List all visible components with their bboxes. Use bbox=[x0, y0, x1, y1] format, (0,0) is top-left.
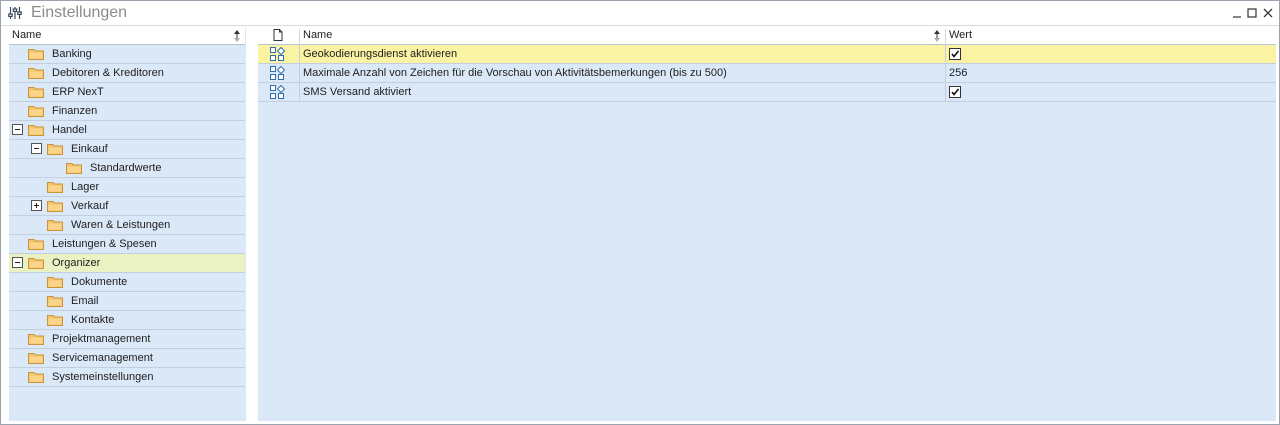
folder-icon bbox=[28, 257, 44, 269]
folder-icon bbox=[28, 86, 44, 98]
column-header-name[interactable]: Name bbox=[303, 29, 332, 41]
category-tree[interactable]: Name Banking Debitoren & Kreditoren ERP Ne… bbox=[9, 27, 246, 421]
folder-icon bbox=[28, 371, 44, 383]
folder-icon bbox=[47, 314, 63, 326]
table-row[interactable]: SMS Versand aktiviert bbox=[258, 83, 1276, 102]
folder-icon bbox=[28, 67, 44, 79]
minimize-icon bbox=[1233, 16, 1241, 18]
tree-item[interactable]: Banking bbox=[9, 45, 245, 64]
setting-value[interactable]: 256 bbox=[949, 67, 967, 79]
folder-icon bbox=[47, 295, 63, 307]
collapse-icon[interactable] bbox=[12, 124, 23, 135]
tree-item-label: Finanzen bbox=[52, 105, 98, 117]
tree-item-label: ERP NexT bbox=[52, 86, 104, 98]
tree-item[interactable]: Standardwerte bbox=[9, 159, 245, 178]
tree-item[interactable]: Servicemanagement bbox=[9, 349, 245, 368]
tree-item[interactable]: Finanzen bbox=[9, 102, 245, 121]
maximize-button[interactable] bbox=[1244, 5, 1260, 21]
tree-item[interactable]: Dokumente bbox=[9, 273, 245, 292]
folder-icon bbox=[28, 105, 44, 117]
folder-icon bbox=[47, 181, 63, 193]
tree-item[interactable]: ERP NexT bbox=[9, 83, 245, 102]
tree-item-label: Debitoren & Kreditoren bbox=[52, 67, 164, 79]
folder-icon bbox=[47, 200, 63, 212]
tree-item-label: Servicemanagement bbox=[52, 352, 153, 364]
tree-item-label: Verkauf bbox=[71, 200, 109, 212]
tree-item-label: Organizer bbox=[52, 257, 101, 269]
tree-item-label: Banking bbox=[52, 48, 92, 60]
close-button[interactable] bbox=[1260, 5, 1276, 21]
setting-name: Geokodierungsdienst aktivieren bbox=[303, 48, 458, 60]
tree-item[interactable]: Einkauf bbox=[9, 140, 245, 159]
settings-sliders-icon bbox=[8, 7, 22, 19]
setting-checkbox[interactable] bbox=[949, 86, 961, 98]
expand-icon[interactable] bbox=[31, 200, 42, 211]
tree-item[interactable]: Organizer bbox=[9, 254, 245, 273]
tree-header[interactable]: Name bbox=[9, 27, 245, 45]
tree-item-label: Standardwerte bbox=[90, 162, 162, 174]
folder-icon bbox=[28, 333, 44, 345]
sort-icon[interactable] bbox=[234, 30, 240, 42]
folder-icon bbox=[28, 124, 44, 136]
tree-item-label: Email bbox=[71, 295, 99, 307]
tree-item[interactable]: Kontakte bbox=[9, 311, 245, 330]
tree-item[interactable]: Lager bbox=[9, 178, 245, 197]
tree-item-label: Waren & Leistungen bbox=[71, 219, 171, 231]
settings-window: Einstellungen Name Banking Debitoren & Kr… bbox=[0, 0, 1280, 425]
settings-item-icon bbox=[270, 84, 286, 100]
tree-item[interactable]: Systemeinstellungen bbox=[9, 368, 245, 387]
column-header-value[interactable]: Wert bbox=[949, 29, 972, 41]
tree-item[interactable]: Handel bbox=[9, 121, 245, 140]
folder-icon bbox=[47, 219, 63, 231]
tree-item-label: Kontakte bbox=[71, 314, 115, 326]
setting-checkbox[interactable] bbox=[949, 48, 961, 60]
collapse-icon[interactable] bbox=[31, 143, 42, 154]
tree-item-label: Handel bbox=[52, 124, 87, 136]
folder-icon bbox=[66, 162, 82, 174]
title-bar: Einstellungen bbox=[1, 1, 1279, 26]
grid-header: Name Wert bbox=[258, 27, 1276, 45]
close-icon bbox=[1263, 8, 1273, 18]
tree-item[interactable]: Debitoren & Kreditoren bbox=[9, 64, 245, 83]
settings-item-icon bbox=[270, 65, 286, 81]
folder-icon bbox=[28, 48, 44, 60]
folder-icon bbox=[28, 352, 44, 364]
tree-item[interactable]: Email bbox=[9, 292, 245, 311]
settings-item-icon bbox=[270, 46, 286, 62]
folder-icon bbox=[47, 276, 63, 288]
sort-icon[interactable] bbox=[934, 30, 940, 42]
maximize-icon bbox=[1247, 8, 1257, 18]
tree-item-label: Projektmanagement bbox=[52, 333, 151, 345]
tree-item[interactable]: Projektmanagement bbox=[9, 330, 245, 349]
collapse-icon[interactable] bbox=[12, 257, 23, 268]
tree-item-label: Systemeinstellungen bbox=[52, 371, 154, 383]
setting-name: SMS Versand aktiviert bbox=[303, 86, 412, 98]
tree-item[interactable]: Verkauf bbox=[9, 197, 245, 216]
table-row[interactable]: Geokodierungsdienst aktivieren bbox=[258, 45, 1276, 64]
tree-item-label: Dokumente bbox=[71, 276, 128, 288]
minimize-button[interactable] bbox=[1229, 5, 1245, 21]
document-icon bbox=[273, 29, 283, 41]
tree-item-label: Einkauf bbox=[71, 143, 108, 155]
tree-item-label: Lager bbox=[71, 181, 100, 193]
table-row[interactable]: Maximale Anzahl von Zeichen für die Vors… bbox=[258, 64, 1276, 83]
tree-header-name: Name bbox=[12, 29, 42, 41]
tree-item[interactable]: Waren & Leistungen bbox=[9, 216, 245, 235]
settings-grid[interactable]: Name Wert Geokodierungsdienst aktivieren… bbox=[258, 27, 1276, 421]
folder-icon bbox=[47, 143, 63, 155]
window-title: Einstellungen bbox=[31, 4, 128, 21]
tree-item-label: Leistungen & Spesen bbox=[52, 238, 157, 250]
folder-icon bbox=[28, 238, 44, 250]
tree-item[interactable]: Leistungen & Spesen bbox=[9, 235, 245, 254]
setting-name: Maximale Anzahl von Zeichen für die Vors… bbox=[303, 67, 727, 79]
